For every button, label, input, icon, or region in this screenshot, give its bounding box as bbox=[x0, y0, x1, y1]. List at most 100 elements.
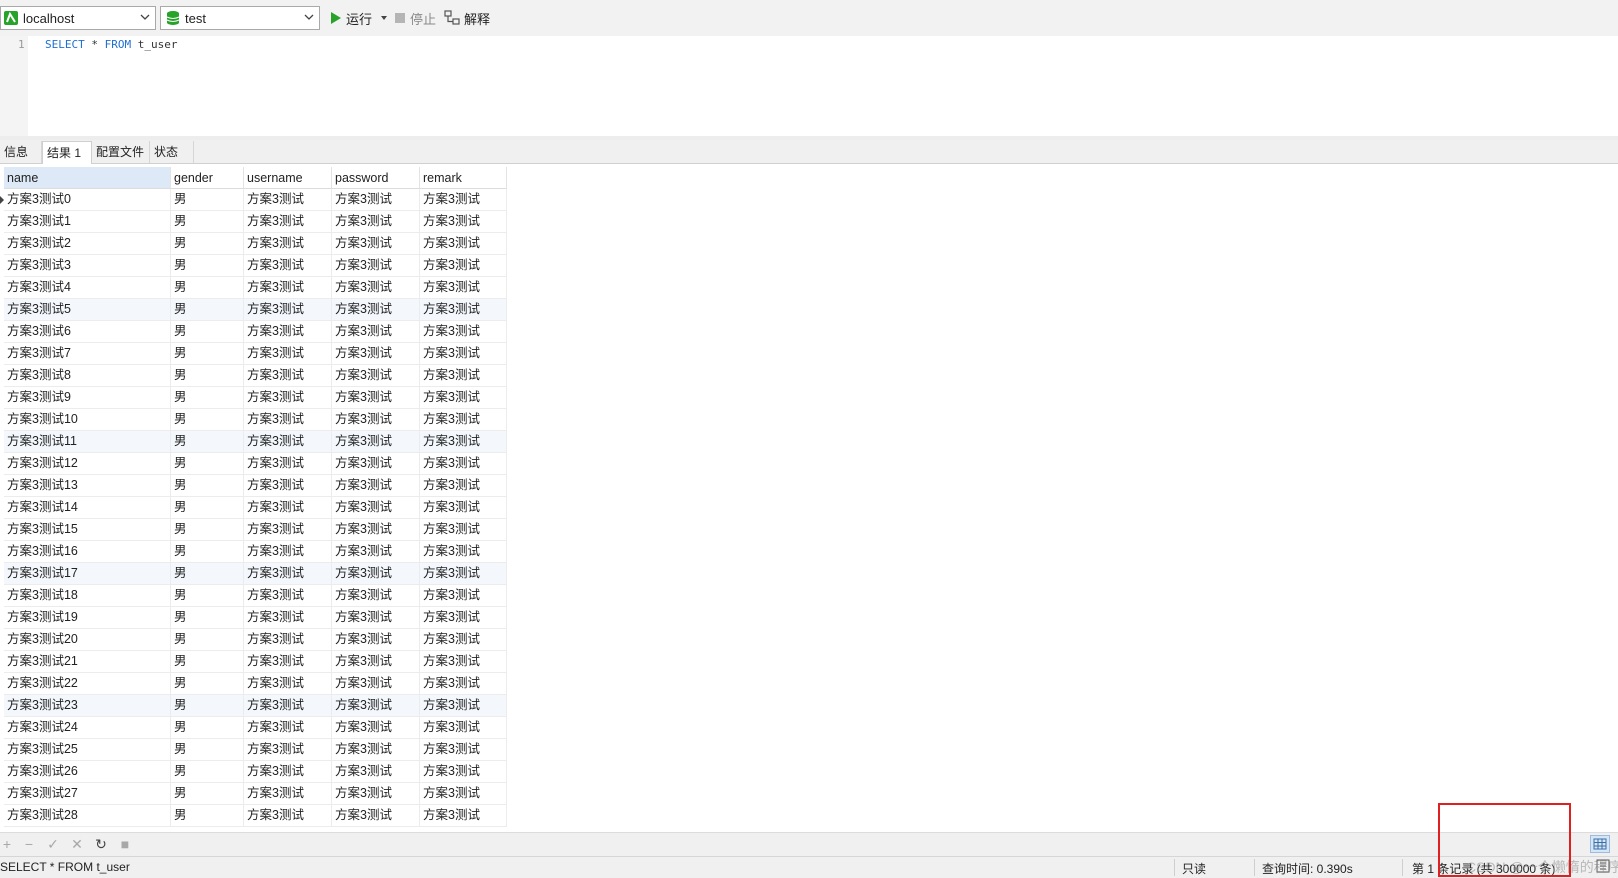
cell-name[interactable]: 方案3测试4 bbox=[4, 277, 171, 299]
cell-name[interactable]: 方案3测试8 bbox=[4, 365, 171, 387]
cell-remark[interactable]: 方案3测试 bbox=[420, 211, 507, 233]
cell-name[interactable]: 方案3测试7 bbox=[4, 343, 171, 365]
cell-password[interactable]: 方案3测试 bbox=[332, 387, 420, 409]
cell-remark[interactable]: 方案3测试 bbox=[420, 717, 507, 739]
delete-record-icon[interactable]: − bbox=[22, 837, 36, 851]
column-header-remark[interactable]: remark bbox=[420, 167, 507, 189]
cell-username[interactable]: 方案3测试 bbox=[244, 497, 332, 519]
tab-profile[interactable]: 配置文件 bbox=[92, 141, 150, 163]
cell-password[interactable]: 方案3测试 bbox=[332, 541, 420, 563]
cell-remark[interactable]: 方案3测试 bbox=[420, 585, 507, 607]
cell-username[interactable]: 方案3测试 bbox=[244, 321, 332, 343]
table-row[interactable]: 方案3测试13 男方案3测试 方案3测试 方案3测试 bbox=[4, 475, 507, 497]
discard-changes-icon[interactable]: ✕ bbox=[70, 837, 84, 851]
cell-name[interactable]: 方案3测试10 bbox=[4, 409, 171, 431]
cell-name[interactable]: 方案3测试28 bbox=[4, 805, 171, 827]
cell-name[interactable]: 方案3测试11 bbox=[4, 431, 171, 453]
cell-name[interactable]: 方案3测试24 bbox=[4, 717, 171, 739]
cell-password[interactable]: 方案3测试 bbox=[332, 233, 420, 255]
cell-gender[interactable]: 男 bbox=[171, 541, 244, 563]
cell-remark[interactable]: 方案3测试 bbox=[420, 783, 507, 805]
table-row[interactable]: 方案3测试22 男方案3测试 方案3测试 方案3测试 bbox=[4, 673, 507, 695]
cell-password[interactable]: 方案3测试 bbox=[332, 497, 420, 519]
cell-password[interactable]: 方案3测试 bbox=[332, 409, 420, 431]
cell-username[interactable]: 方案3测试 bbox=[244, 343, 332, 365]
run-button[interactable]: 运行 bbox=[330, 8, 388, 28]
cell-remark[interactable]: 方案3测试 bbox=[420, 343, 507, 365]
cell-remark[interactable]: 方案3测试 bbox=[420, 365, 507, 387]
table-row[interactable]: 方案3测试15 男方案3测试 方案3测试 方案3测试 bbox=[4, 519, 507, 541]
cell-password[interactable]: 方案3测试 bbox=[332, 299, 420, 321]
cell-name[interactable]: 方案3测试19 bbox=[4, 607, 171, 629]
cell-username[interactable]: 方案3测试 bbox=[244, 541, 332, 563]
cell-name[interactable]: 方案3测试2 bbox=[4, 233, 171, 255]
cell-password[interactable]: 方案3测试 bbox=[332, 629, 420, 651]
cell-name[interactable]: 方案3测试13 bbox=[4, 475, 171, 497]
cell-name[interactable]: 方案3测试6 bbox=[4, 321, 171, 343]
cell-gender[interactable]: 男 bbox=[171, 233, 244, 255]
cell-name[interactable]: 方案3测试18 bbox=[4, 585, 171, 607]
cell-name[interactable]: 方案3测试5 bbox=[4, 299, 171, 321]
table-row[interactable]: 方案3测试3 男方案3测试 方案3测试 方案3测试 bbox=[4, 255, 507, 277]
cell-remark[interactable]: 方案3测试 bbox=[420, 607, 507, 629]
cell-username[interactable]: 方案3测试 bbox=[244, 299, 332, 321]
database-select[interactable]: test bbox=[160, 6, 320, 30]
cell-password[interactable]: 方案3测试 bbox=[332, 607, 420, 629]
cell-password[interactable]: 方案3测试 bbox=[332, 673, 420, 695]
table-row[interactable]: 方案3测试0 男方案3测试 方案3测试 方案3测试 bbox=[0, 189, 507, 211]
cell-remark[interactable]: 方案3测试 bbox=[420, 255, 507, 277]
cell-remark[interactable]: 方案3测试 bbox=[420, 431, 507, 453]
cell-gender[interactable]: 男 bbox=[171, 563, 244, 585]
connection-select[interactable]: localhost bbox=[0, 6, 156, 30]
cell-username[interactable]: 方案3测试 bbox=[244, 189, 332, 211]
cell-remark[interactable]: 方案3测试 bbox=[420, 299, 507, 321]
cell-username[interactable]: 方案3测试 bbox=[244, 365, 332, 387]
cell-password[interactable]: 方案3测试 bbox=[332, 189, 420, 211]
cell-password[interactable]: 方案3测试 bbox=[332, 651, 420, 673]
cell-gender[interactable]: 男 bbox=[171, 431, 244, 453]
cell-remark[interactable]: 方案3测试 bbox=[420, 321, 507, 343]
cell-gender[interactable]: 男 bbox=[171, 651, 244, 673]
cell-name[interactable]: 方案3测试1 bbox=[4, 211, 171, 233]
table-row[interactable]: 方案3测试26 男方案3测试 方案3测试 方案3测试 bbox=[4, 761, 507, 783]
cell-username[interactable]: 方案3测试 bbox=[244, 805, 332, 827]
table-row[interactable]: 方案3测试20 男方案3测试 方案3测试 方案3测试 bbox=[4, 629, 507, 651]
cell-gender[interactable]: 男 bbox=[171, 189, 244, 211]
cell-password[interactable]: 方案3测试 bbox=[332, 365, 420, 387]
add-record-icon[interactable]: + bbox=[0, 837, 14, 851]
table-row[interactable]: 方案3测试5 男方案3测试 方案3测试 方案3测试 bbox=[4, 299, 507, 321]
cell-gender[interactable]: 男 bbox=[171, 783, 244, 805]
cell-gender[interactable]: 男 bbox=[171, 519, 244, 541]
cell-name[interactable]: 方案3测试14 bbox=[4, 497, 171, 519]
cell-name[interactable]: 方案3测试17 bbox=[4, 563, 171, 585]
cell-username[interactable]: 方案3测试 bbox=[244, 409, 332, 431]
cell-password[interactable]: 方案3测试 bbox=[332, 717, 420, 739]
cell-remark[interactable]: 方案3测试 bbox=[420, 563, 507, 585]
cell-remark[interactable]: 方案3测试 bbox=[420, 409, 507, 431]
cell-name[interactable]: 方案3测试16 bbox=[4, 541, 171, 563]
sql-editor[interactable]: 1 SELECT * FROM t_user bbox=[0, 36, 1618, 136]
refresh-icon[interactable]: ↻ bbox=[94, 837, 108, 851]
cell-password[interactable]: 方案3测试 bbox=[332, 211, 420, 233]
cell-username[interactable]: 方案3测试 bbox=[244, 233, 332, 255]
cell-remark[interactable]: 方案3测试 bbox=[420, 453, 507, 475]
table-row[interactable]: 方案3测试1 男方案3测试 方案3测试 方案3测试 bbox=[4, 211, 507, 233]
table-row[interactable]: 方案3测试7 男方案3测试 方案3测试 方案3测试 bbox=[4, 343, 507, 365]
cell-gender[interactable]: 男 bbox=[171, 629, 244, 651]
cell-remark[interactable]: 方案3测试 bbox=[420, 475, 507, 497]
cell-name[interactable]: 方案3测试12 bbox=[4, 453, 171, 475]
table-row[interactable]: 方案3测试11 男方案3测试 方案3测试 方案3测试 bbox=[4, 431, 507, 453]
cell-name[interactable]: 方案3测试21 bbox=[4, 651, 171, 673]
cell-remark[interactable]: 方案3测试 bbox=[420, 673, 507, 695]
cell-name[interactable]: 方案3测试20 bbox=[4, 629, 171, 651]
cell-name[interactable]: 方案3测试27 bbox=[4, 783, 171, 805]
cell-password[interactable]: 方案3测试 bbox=[332, 761, 420, 783]
cell-gender[interactable]: 男 bbox=[171, 717, 244, 739]
cell-name[interactable]: 方案3测试9 bbox=[4, 387, 171, 409]
cell-username[interactable]: 方案3测试 bbox=[244, 607, 332, 629]
table-row[interactable]: 方案3测试21 男方案3测试 方案3测试 方案3测试 bbox=[4, 651, 507, 673]
cell-gender[interactable]: 男 bbox=[171, 211, 244, 233]
cell-remark[interactable]: 方案3测试 bbox=[420, 519, 507, 541]
table-row[interactable]: 方案3测试19 男方案3测试 方案3测试 方案3测试 bbox=[4, 607, 507, 629]
cell-remark[interactable]: 方案3测试 bbox=[420, 387, 507, 409]
